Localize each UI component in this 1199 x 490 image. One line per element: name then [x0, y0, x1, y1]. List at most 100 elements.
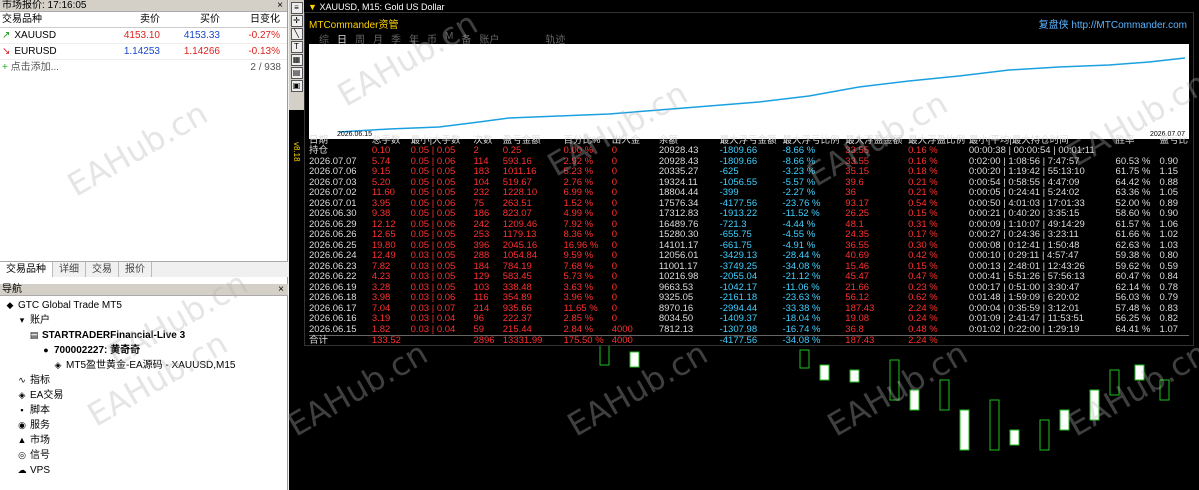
column-header: 最大浮盈金额: [845, 135, 903, 146]
crosshair-icon[interactable]: ✛: [290, 15, 303, 27]
nav-item[interactable]: ▲ 市场: [0, 433, 288, 448]
table-cell: 0.03 | 0.04: [410, 323, 456, 335]
nav-item[interactable]: ◆ GTC Global Trade MT5: [0, 298, 288, 313]
table-cell: 00:00:38 | 00:00:54 | 00:01:11: [968, 145, 1095, 157]
total-cell: -34.08 %: [782, 334, 846, 346]
total-cell: [658, 334, 720, 346]
table-cell: 0.47 %: [908, 271, 938, 283]
nav-item[interactable]: ◈ MT5盈世黄金-EA源码 - XAUUSD,M15: [0, 358, 288, 373]
tab-trading[interactable]: 交易: [86, 262, 119, 277]
ask-cell: 1.14266: [183, 46, 220, 57]
tab-ticks[interactable]: 报价: [119, 262, 152, 277]
table-cell: 40.69: [845, 250, 870, 262]
grid-icon[interactable]: ▦: [290, 54, 303, 66]
table-cell: 1054.84: [502, 250, 538, 262]
col-symbol[interactable]: 交易品种: [0, 12, 110, 27]
close-icon[interactable]: ×: [278, 284, 284, 296]
nav-icon: ▤: [29, 330, 39, 340]
candle: [1009, 429, 1020, 446]
col-ask[interactable]: 买价: [166, 12, 226, 27]
table-cell: 0: [611, 208, 617, 220]
nav-item[interactable]: ▪ 脚本: [0, 403, 288, 418]
table-cell: 60.47 %: [1115, 271, 1151, 283]
table-cell: 0: [611, 187, 617, 199]
table-cell: 0.42 %: [908, 250, 938, 262]
table-row: 2026.06.16 3.19 0.03 | 0.04 96 222.37 2.85 % 0…: [309, 314, 1189, 325]
text-icon[interactable]: T: [290, 41, 303, 53]
candlestick-chart: [599, 344, 1170, 451]
total-cell: -4177.56: [719, 334, 783, 346]
table-cell: 4000: [611, 323, 633, 335]
total-cell: 合计: [309, 334, 372, 346]
candle: [1039, 419, 1050, 451]
candle: [599, 344, 610, 366]
tab-symbols[interactable]: 交易品种: [0, 262, 53, 277]
table-cell: 0: [611, 155, 617, 167]
total-cell: 175.50 %: [563, 334, 612, 346]
close-icon[interactable]: ×: [277, 0, 283, 12]
zoom-icon[interactable]: ▣: [290, 80, 303, 92]
table-cell: 12.49: [371, 250, 396, 262]
table-cell: 0:00:41 | 5:51:26 | 57:56:13: [968, 271, 1085, 283]
table-cell: 20928.43: [658, 145, 699, 157]
line-icon[interactable]: ╲: [290, 28, 303, 40]
table-cell: 2026.06.24: [309, 250, 357, 262]
navigator-title: 导航 ×: [0, 284, 288, 296]
table-cell: 5.73 %: [563, 271, 594, 283]
table-cell: 36: [845, 187, 856, 199]
table-cell: 186: [473, 208, 490, 220]
col-bid[interactable]: 卖价: [110, 12, 166, 27]
column-header: 最大浮亏比例: [782, 135, 840, 146]
table-cell: [1116, 146, 1160, 157]
market-row[interactable]: ↗ XAUUSD 4153.10 4153.33 -0.27%: [0, 28, 287, 44]
table-cell: 2.84 %: [563, 323, 594, 335]
total-cell: [1115, 334, 1160, 346]
candle: [959, 409, 970, 451]
table-cell: 26.25: [845, 208, 870, 220]
table-cell: -625: [719, 166, 739, 178]
nav-item[interactable]: ● 700002227: 黄奇奇: [0, 343, 288, 358]
table-cell: 116: [473, 292, 489, 304]
market-watch-tabs: 交易品种 详细 交易 报价: [0, 261, 288, 277]
nav-icon: ◈: [54, 360, 62, 370]
table-cell: 0.25: [502, 145, 522, 157]
nav-icon: ▪: [20, 405, 24, 415]
add-symbol-row[interactable]: + 点击添加... 2 / 938: [0, 60, 287, 76]
table-cell: 59: [473, 323, 485, 335]
panel-link[interactable]: 复盘侠 http://MTCommander.com: [1039, 16, 1187, 31]
table-cell: 0.05 | 0.05: [410, 229, 456, 241]
ask-cell: 4153.33: [183, 30, 220, 41]
table-cell: 18804.44: [658, 187, 699, 199]
table-cell: 20335.27: [658, 166, 699, 178]
total-cell: 4000: [611, 334, 659, 346]
period-icon[interactable]: ▤: [290, 67, 303, 79]
col-change[interactable]: 日变化: [226, 12, 286, 27]
market-row[interactable]: ↘ EURUSD 1.14253 1.14266 -0.13%: [0, 44, 287, 60]
table-cell: 2026.07.06: [309, 166, 357, 178]
nav-item[interactable]: ◉ 服务: [0, 418, 288, 433]
nav-item[interactable]: ∿ 指标: [0, 373, 288, 388]
nav-item[interactable]: ▤ STARTRADERFinancial-Live 3: [0, 328, 288, 343]
menu-icon[interactable]: ≡: [290, 2, 303, 14]
table-cell: 0.90: [1159, 208, 1179, 220]
total-cell: 2.24 %: [908, 334, 969, 346]
nav-item[interactable]: ◎ 信号: [0, 448, 288, 463]
nav-item[interactable]: ☁ VPS: [0, 463, 288, 478]
symbol-count: 2 / 938: [250, 62, 281, 73]
change-cell: -0.27%: [248, 30, 280, 41]
candle: [1059, 409, 1070, 431]
table-cell: 2.85 %: [563, 313, 594, 325]
table-cell: 0: [611, 239, 617, 251]
column-header: 胜率: [1115, 135, 1135, 146]
table-cell: 2026.07.02: [309, 187, 357, 199]
table-row: 2026.06.24 12.49 0.03 | 0.05 288 1054.84 9.59…: [309, 251, 1189, 262]
table-cell: 1011.16: [502, 166, 537, 178]
table-cell: 9325.05: [658, 292, 694, 304]
column-header: 最大浮亏金额: [719, 135, 777, 146]
nav-item[interactable]: ◈ EA交易: [0, 388, 288, 403]
table-cell: 0.17 %: [908, 229, 938, 241]
table-cell: 0.03 | 0.05: [410, 271, 456, 283]
nav-item[interactable]: ▾ 账户: [0, 313, 288, 328]
tab-details[interactable]: 详细: [53, 262, 86, 277]
column-header: 百分比%: [563, 135, 601, 146]
